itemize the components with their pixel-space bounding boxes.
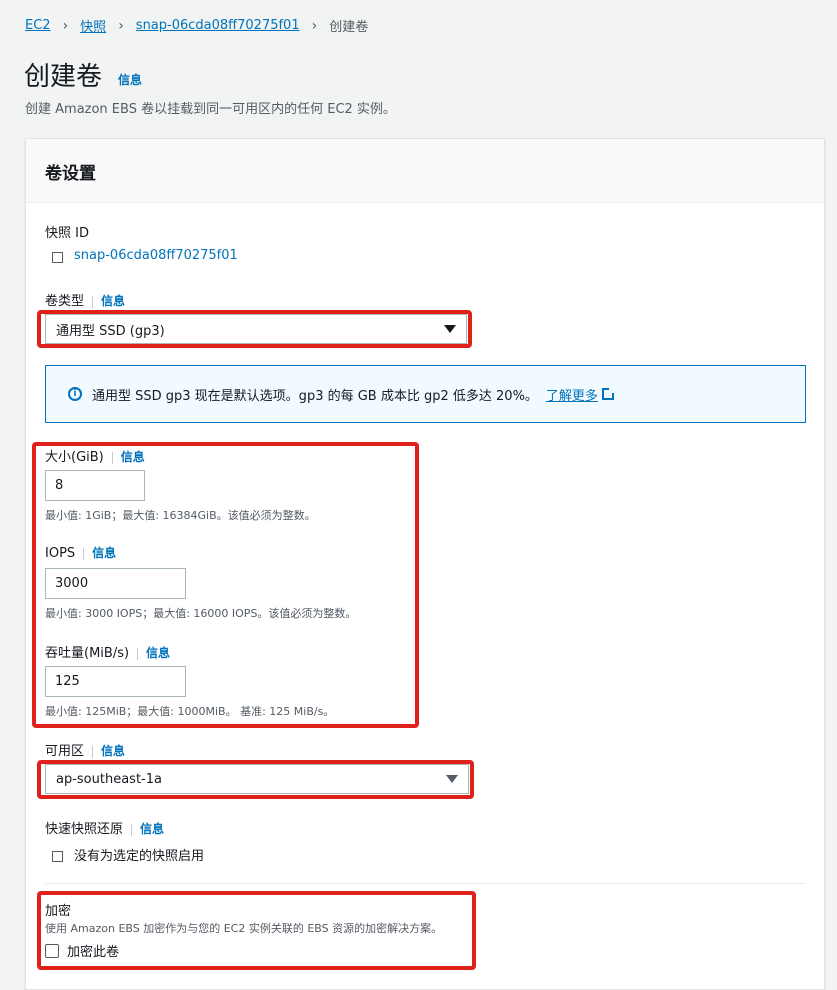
page-description: 创建 Amazon EBS 卷以挂载到同一可用区内的任何 EC2 实例。	[25, 102, 396, 117]
volume-type-label: 卷类型	[45, 294, 85, 309]
breadcrumb-current: 创建卷	[329, 20, 369, 35]
learn-more-link[interactable]: 了解更多	[546, 385, 598, 404]
page-title: 创建卷	[24, 62, 103, 92]
chevron-right-icon: ›	[62, 17, 69, 34]
gp3-info-callout: i 通用型 SSD gp3 现在是默认选项。gp3 的每 GB 成本比 gp2 …	[45, 365, 806, 423]
chevron-right-icon: ›	[311, 17, 318, 34]
volume-type-label-row: 卷类型 信息	[45, 290, 125, 309]
copy-icon	[52, 848, 66, 862]
fast-restore-label: 快速快照还原	[45, 822, 124, 837]
info-circle-icon: i	[68, 387, 82, 401]
fast-restore-info-link[interactable]: 信息	[140, 822, 164, 836]
breadcrumb-ec2[interactable]: EC2	[25, 18, 51, 33]
az-info-link[interactable]: 信息	[101, 744, 125, 758]
highlight-encryption	[37, 891, 476, 970]
az-label-row: 可用区 信息	[45, 740, 125, 759]
chevron-right-icon: ›	[118, 17, 124, 34]
panel-title: 卷设置	[45, 164, 96, 184]
volume-type-info-link[interactable]: 信息	[101, 294, 125, 308]
title-info-link[interactable]: 信息	[118, 71, 142, 88]
az-label: 可用区	[45, 744, 85, 759]
breadcrumb-snapshots[interactable]: 快照	[80, 16, 106, 35]
breadcrumb: EC2 › 快照 › snap-06cda08ff70275f01 › 创建卷	[25, 16, 369, 36]
info-divider	[92, 295, 94, 308]
callout-text: 通用型 SSD gp3 现在是默认选项。gp3 的每 GB 成本比 gp2 低多…	[92, 388, 538, 404]
info-divider	[131, 823, 133, 836]
highlight-size-iops-throughput	[32, 442, 419, 728]
fast-restore-label-row: 快速快照还原 信息	[45, 818, 164, 837]
highlight-volume-type	[37, 310, 472, 348]
volume-settings-panel: 卷设置 快照 ID snap-06cda08ff70275f01 卷类型 信息 通…	[25, 138, 825, 990]
section-divider	[45, 883, 806, 884]
info-divider	[92, 745, 94, 758]
fast-restore-value: 没有为选定的快照启用	[74, 849, 205, 864]
snapshot-id-row: snap-06cda08ff70275f01	[52, 248, 238, 263]
snapshot-id-label: 快照 ID	[45, 226, 89, 241]
snapshot-id-link[interactable]: snap-06cda08ff70275f01	[74, 248, 238, 263]
copy-icon[interactable]	[52, 249, 66, 263]
breadcrumb-snapshot-id[interactable]: snap-06cda08ff70275f01	[136, 18, 300, 33]
highlight-az	[37, 760, 474, 799]
external-link-icon	[601, 387, 615, 400]
panel-header: 卷设置	[26, 139, 824, 203]
fast-restore-row: 没有为选定的快照启用	[52, 845, 204, 864]
